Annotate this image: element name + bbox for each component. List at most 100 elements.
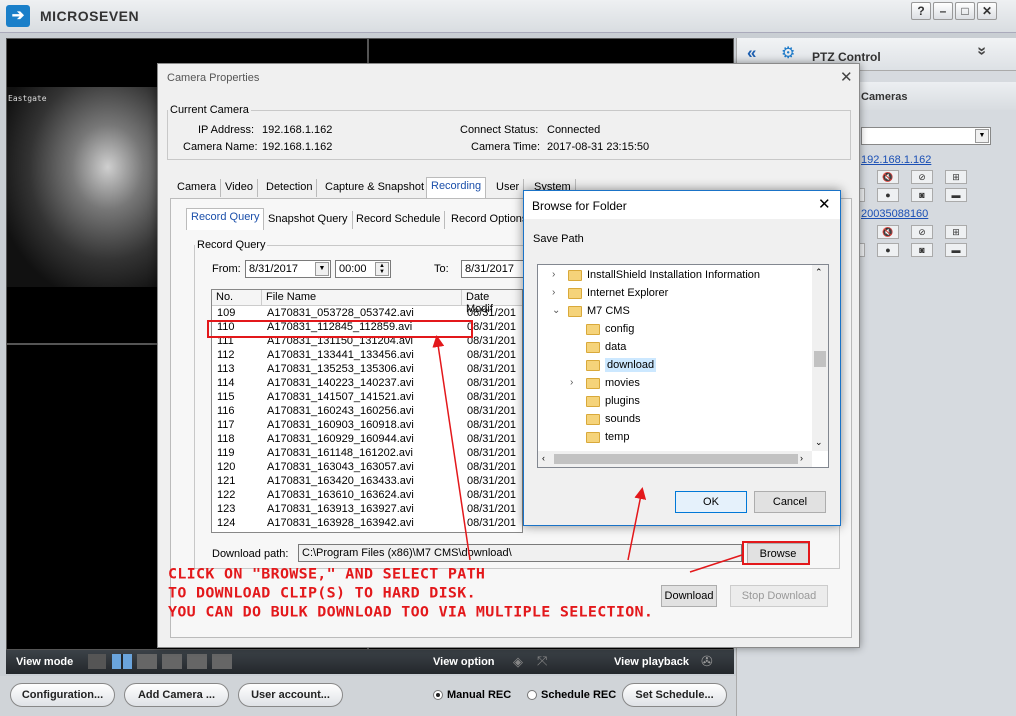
user-account-button[interactable]: User account... [238, 683, 343, 707]
help-button[interactable]: ? [911, 2, 931, 20]
download-button[interactable]: Download [661, 585, 717, 607]
ok-button[interactable]: OK [675, 491, 747, 513]
folder-item[interactable]: Internet Explorer [568, 285, 668, 301]
table-row[interactable]: 122 A170831_163610_163624.avi 08/31/201 [212, 489, 522, 503]
camera-group-select[interactable]: ▼ [861, 127, 991, 145]
snapshot-icon[interactable]: ◙ [911, 243, 933, 257]
layout-16-icon[interactable] [212, 654, 232, 669]
layout-9-icon[interactable] [187, 654, 207, 669]
camera-link-1[interactable]: 192.168.1.162 [861, 154, 931, 166]
folder-item[interactable]: InstallShield Installation Information [568, 267, 760, 283]
from-date-picker[interactable]: 8/31/2017 ▼ [245, 260, 331, 278]
layout-6-icon[interactable] [137, 654, 157, 669]
horizontal-scrollbar[interactable]: ‹ › [538, 451, 812, 467]
cancel-button[interactable]: Cancel [754, 491, 826, 513]
tab-recording[interactable]: Recording [426, 177, 487, 198]
close-icon[interactable]: ✕ [840, 68, 853, 86]
tab-camera[interactable]: Camera [173, 179, 222, 197]
from-time-spinner[interactable]: 00:00 ▲ ▼ [335, 260, 391, 278]
record-icon[interactable]: ● [877, 243, 899, 257]
tab-video[interactable]: Video [221, 179, 258, 197]
tab-capture-snapshot[interactable]: Capture & Snapshot [321, 179, 430, 197]
no-record-icon[interactable]: ⊘ [911, 170, 933, 184]
stop-download-button[interactable]: Stop Download [730, 585, 828, 607]
table-row[interactable]: 115 A170831_141507_141521.avi 08/31/201 [212, 391, 522, 405]
folder-item[interactable]: download [586, 357, 657, 373]
film-reel-icon[interactable]: ✇ [701, 653, 713, 670]
subtab-snapshot-query[interactable]: Snapshot Query [264, 211, 353, 229]
chevron-right-icon[interactable]: › [570, 377, 573, 388]
cameras-title: Cameras [861, 91, 908, 103]
configuration-button[interactable]: Configuration... [10, 683, 115, 707]
network-icon[interactable]: ⊞ [945, 225, 967, 239]
folder-item[interactable]: sounds [586, 411, 640, 427]
column-header-no[interactable]: No. [212, 290, 262, 306]
table-row[interactable]: 109 A170831_053728_053742.avi 08/31/201 [212, 307, 522, 321]
set-schedule-button[interactable]: Set Schedule... [622, 683, 727, 707]
chevron-up-icon[interactable]: ⌃ [815, 267, 823, 278]
close-button[interactable]: ✕ [977, 2, 997, 20]
folder-icon [586, 395, 600, 407]
row-number: 115 [217, 391, 235, 403]
tab-detection[interactable]: Detection [262, 179, 318, 197]
minimize-button[interactable]: – [933, 2, 953, 20]
folder-item[interactable]: temp [586, 429, 629, 445]
subtab-record-query[interactable]: Record Query [186, 208, 265, 230]
table-row[interactable]: 116 A170831_160243_160256.avi 08/31/201 [212, 405, 522, 419]
layers-icon[interactable]: ◈ [513, 654, 523, 670]
scrollbar-thumb[interactable] [814, 351, 826, 367]
snapshot-icon[interactable]: ◙ [911, 188, 933, 202]
chevron-right-icon[interactable]: › [552, 287, 555, 298]
column-header-file-name[interactable]: File Name [262, 290, 462, 306]
folder-item[interactable]: config [586, 321, 634, 337]
fullscreen-icon[interactable]: ▬ [945, 243, 967, 257]
download-path-field[interactable]: C:\Program Files (x86)\M7 CMS\download\ [298, 544, 742, 562]
table-row[interactable]: 120 A170831_163043_163057.avi 08/31/201 [212, 461, 522, 475]
layout-1-icon[interactable] [88, 654, 106, 669]
table-row[interactable]: 123 A170831_163913_163927.avi 08/31/201 [212, 503, 522, 517]
scrollbar-thumb[interactable] [554, 454, 798, 464]
to-date-picker[interactable]: 8/31/2017 [461, 260, 525, 278]
manual-rec-option[interactable]: Manual REC [433, 689, 511, 701]
table-row[interactable]: 118 A170831_160929_160944.avi 08/31/201 [212, 433, 522, 447]
mute-icon[interactable]: 🔇 [877, 170, 899, 184]
camera-link-2[interactable]: 20035088160 [861, 208, 928, 220]
add-camera-button[interactable]: Add Camera ... [124, 683, 229, 707]
chevron-right-icon[interactable]: › [552, 269, 555, 280]
table-row[interactable]: 114 A170831_140223_140237.avi 08/31/201 [212, 377, 522, 391]
collapse-left-icon[interactable]: « [747, 43, 756, 63]
table-row[interactable]: 124 A170831_163928_163942.avi 08/31/201 [212, 517, 522, 531]
record-icon[interactable]: ● [877, 188, 899, 202]
schedule-rec-option[interactable]: Schedule REC [527, 689, 616, 701]
table-row[interactable]: 113 A170831_135253_135306.avi 08/31/201 [212, 363, 522, 377]
chevron-down-icon[interactable]: ⌄ [552, 305, 560, 316]
table-row[interactable]: 117 A170831_160903_160918.avi 08/31/201 [212, 419, 522, 433]
folder-tree[interactable]: › InstallShield Installation Information ›… [537, 264, 829, 468]
collapse-down-icon[interactable]: » [972, 47, 990, 56]
network-icon[interactable]: ⊞ [945, 170, 967, 184]
tab-user[interactable]: User [492, 179, 525, 197]
column-header-date-modified[interactable]: Date Modif [462, 290, 522, 315]
layout-8-icon[interactable] [162, 654, 182, 669]
table-row[interactable]: 121 A170831_163420_163433.avi 08/31/201 [212, 475, 522, 489]
folder-item[interactable]: plugins [586, 393, 640, 409]
row-number: 119 [217, 447, 235, 459]
chevron-right-icon[interactable]: › [800, 453, 803, 463]
chevron-down-icon[interactable]: ⌄ [815, 437, 823, 448]
expand-icon[interactable]: ⤧ [537, 653, 547, 669]
vertical-scrollbar[interactable]: ⌃ ⌄ [812, 265, 828, 451]
subtab-record-schedule[interactable]: Record Schedule [352, 211, 446, 229]
no-record-icon[interactable]: ⊘ [911, 225, 933, 239]
table-row[interactable]: 119 A170831_161148_161202.avi 08/31/201 [212, 447, 522, 461]
mute-icon[interactable]: 🔇 [877, 225, 899, 239]
table-row[interactable]: 112 A170831_133441_133456.avi 08/31/201 [212, 349, 522, 363]
folder-item[interactable]: movies [586, 375, 640, 391]
close-icon[interactable]: ✕ [818, 195, 831, 213]
chevron-left-icon[interactable]: ‹ [542, 453, 545, 463]
folder-item[interactable]: M7 CMS [568, 303, 630, 319]
maximize-button[interactable]: □ [955, 2, 975, 20]
layout-4-icon[interactable] [112, 654, 132, 669]
subtab-record-options[interactable]: Record Options [447, 211, 533, 229]
fullscreen-icon[interactable]: ▬ [945, 188, 967, 202]
folder-item[interactable]: data [586, 339, 626, 355]
